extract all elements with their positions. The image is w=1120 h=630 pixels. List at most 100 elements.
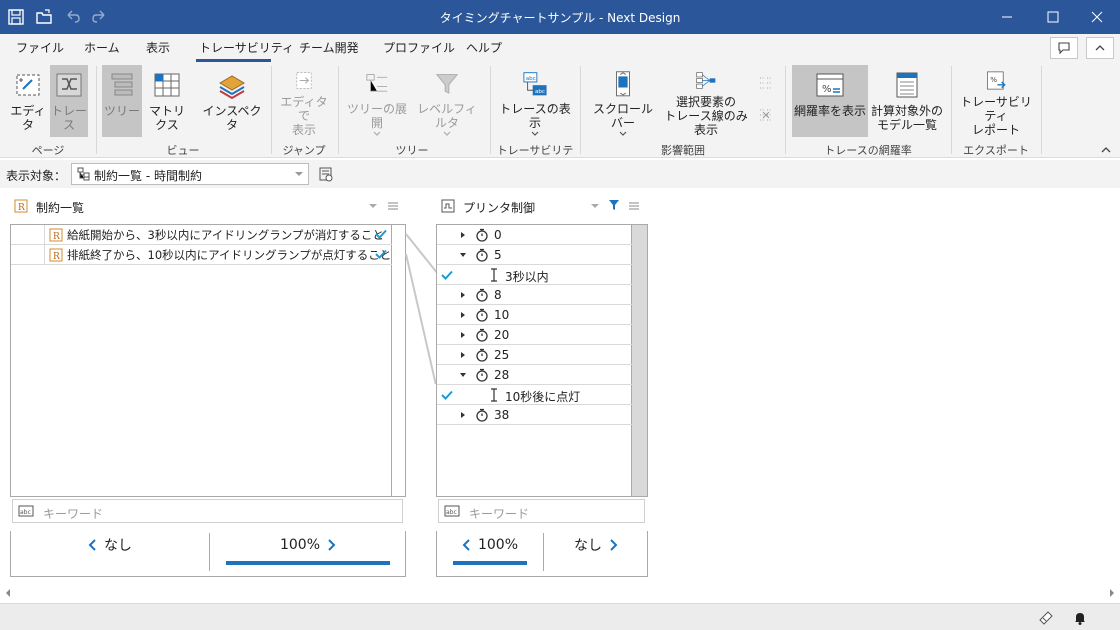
- tree-row[interactable]: 20: [437, 325, 632, 345]
- level-filter-button[interactable]: レベルフィルタ: [414, 65, 480, 137]
- keyword-placeholder: キーワード: [43, 507, 104, 521]
- collapsed-caret-icon[interactable]: [459, 291, 467, 299]
- menu-bar: ファイル ホーム 表示 トレーサビリティ チーム開発 プロファイル ヘルプ: [0, 34, 1120, 62]
- tree-row-label: 3秒以内: [505, 270, 549, 284]
- tree-row[interactable]: 38: [437, 405, 632, 425]
- tree-row[interactable]: 28: [437, 365, 632, 385]
- collapsed-caret-icon[interactable]: [459, 331, 467, 339]
- left-nav-next-button[interactable]: 100%: [210, 531, 406, 559]
- menu-home[interactable]: ホーム: [84, 39, 120, 56]
- menu-icon[interactable]: [628, 200, 640, 212]
- left-keyword-input[interactable]: abc キーワード: [12, 499, 403, 523]
- stopwatch-icon: [476, 248, 488, 262]
- right-panel-scrollbar[interactable]: [631, 225, 647, 496]
- filter-icon[interactable]: [608, 199, 620, 211]
- scroll-left-icon[interactable]: [4, 588, 12, 598]
- list-item[interactable]: R 排紙終了から、10秒以内にアイドリングランプが点灯すること: [11, 244, 392, 265]
- right-keyword-input[interactable]: abc キーワード: [438, 499, 645, 523]
- display-target-value: 制約一覧 - 時間制約: [94, 169, 202, 183]
- right-nav-prev-button[interactable]: 100%: [437, 531, 543, 559]
- show-trace-icon: abc abc: [523, 72, 547, 96]
- tree-row-label: 25: [494, 348, 510, 362]
- comment-button[interactable]: [1050, 37, 1078, 59]
- svg-text:abc: abc: [535, 89, 545, 95]
- left-panel-scrollbar[interactable]: [391, 225, 405, 496]
- matrix-button[interactable]: マトリクス: [144, 65, 190, 137]
- chevron-right-icon: [610, 539, 618, 551]
- chevron-down-icon[interactable]: [368, 203, 378, 209]
- keyword-search-icon: abc: [18, 505, 34, 517]
- collapsed-caret-icon[interactable]: [459, 351, 467, 359]
- collapsed-caret-icon[interactable]: [459, 231, 467, 239]
- scrollbar-button[interactable]: スクロールバー: [588, 65, 658, 137]
- editor-label: エディタ: [10, 104, 46, 132]
- scroll-right-icon[interactable]: [1108, 588, 1116, 598]
- tree-view-button[interactable]: ツリー: [102, 65, 142, 137]
- group-label-jump: ジャンプ: [282, 144, 326, 157]
- menu-help[interactable]: ヘルプ: [466, 39, 502, 56]
- selected-trace-only-button[interactable]: 選択要素の トレース線のみ表示: [660, 65, 752, 137]
- selected-trace-label-2: トレース線のみ表示: [664, 109, 748, 137]
- trace-button[interactable]: トレース: [50, 65, 88, 137]
- expanded-caret-icon[interactable]: [459, 251, 467, 259]
- selected-trace-icon: [696, 72, 716, 89]
- expanded-caret-icon[interactable]: [459, 371, 467, 379]
- show-in-editor-label: エディタで: [280, 95, 328, 123]
- collapsed-caret-icon[interactable]: [459, 311, 467, 319]
- tree-row[interactable]: 8: [437, 285, 632, 305]
- svg-text:R: R: [53, 232, 60, 242]
- notification-bell-icon[interactable]: [1072, 610, 1088, 626]
- check-icon: [441, 390, 453, 400]
- svg-text:%: %: [822, 84, 832, 95]
- model-settings-icon[interactable]: [318, 166, 334, 182]
- collapse-ribbon-button[interactable]: [1086, 37, 1114, 59]
- left-nav-next-label: 100%: [279, 537, 321, 553]
- chevron-down-icon[interactable]: [590, 203, 600, 209]
- editor-button[interactable]: エディタ: [8, 65, 48, 137]
- right-bottom-nav: 100% なし: [436, 531, 648, 577]
- menu-profile[interactable]: プロファイル: [383, 39, 455, 56]
- timing-chart-icon: [441, 199, 455, 213]
- tree-row[interactable]: 25: [437, 345, 632, 365]
- menu-traceability[interactable]: トレーサビリティ: [199, 39, 294, 56]
- ribbon-collapse-chevron-icon[interactable]: [1100, 144, 1112, 154]
- maximize-button[interactable]: [1030, 0, 1076, 34]
- tree-view-label: ツリー: [103, 104, 140, 118]
- minimize-button[interactable]: [984, 0, 1030, 34]
- display-target-select[interactable]: 制約一覧 - 時間制約: [71, 163, 309, 185]
- connection-icon[interactable]: [1038, 610, 1054, 626]
- right-nav-next-button[interactable]: なし: [544, 531, 648, 559]
- menu-file[interactable]: ファイル: [16, 39, 64, 56]
- list-item[interactable]: R 給紙開始から、3秒以内にアイドリングランプが消灯すること: [11, 224, 392, 245]
- menu-team[interactable]: チーム開発: [299, 39, 359, 56]
- close-button[interactable]: [1074, 0, 1120, 34]
- tree-row-label: 0: [494, 228, 502, 242]
- selected-trace-label: 選択要素の: [675, 95, 736, 109]
- excluded-models-button[interactable]: 計算対象外の モデル一覧: [870, 65, 944, 137]
- show-in-editor-button[interactable]: エディタで 表示: [278, 65, 330, 137]
- menu-icon[interactable]: [387, 200, 399, 212]
- tree-row[interactable]: 5: [437, 245, 632, 265]
- tree-row[interactable]: 10秒後に点灯: [437, 385, 632, 405]
- left-nav-prev-button[interactable]: なし: [11, 531, 209, 559]
- group-label-page: ページ: [31, 144, 65, 157]
- show-trace-button[interactable]: abc abc トレースの表示: [496, 65, 574, 137]
- tree-row[interactable]: 10: [437, 305, 632, 325]
- tree-row[interactable]: 3秒以内: [437, 265, 632, 285]
- trace-report-button[interactable]: % トレーサビリティ レポート: [958, 65, 1034, 137]
- show-coverage-button[interactable]: % 網羅率を表示: [792, 65, 868, 137]
- title-bar: タイミングチャートサンプル - Next Design: [0, 0, 1120, 34]
- excluded-models-label: 計算対象外の: [870, 104, 943, 118]
- expand-tree-button[interactable]: ツリーの展開: [344, 65, 410, 137]
- list-item-label: 給紙開始から、3秒以内にアイドリングランプが消灯すること: [67, 227, 384, 242]
- inspector-button[interactable]: インスペクタ: [200, 65, 264, 137]
- menu-view[interactable]: 表示: [146, 39, 170, 56]
- impact-small-icon-2[interactable]: [757, 106, 775, 124]
- trace-report-label: トレーサビリティ: [960, 95, 1032, 123]
- tree-row[interactable]: 0: [437, 225, 632, 245]
- inspector-label: インスペクタ: [202, 104, 262, 132]
- display-target-label: 表示対象：: [6, 169, 67, 183]
- tree-indent: [11, 244, 45, 265]
- collapsed-caret-icon[interactable]: [459, 411, 467, 419]
- impact-small-icon-1[interactable]: [757, 74, 775, 92]
